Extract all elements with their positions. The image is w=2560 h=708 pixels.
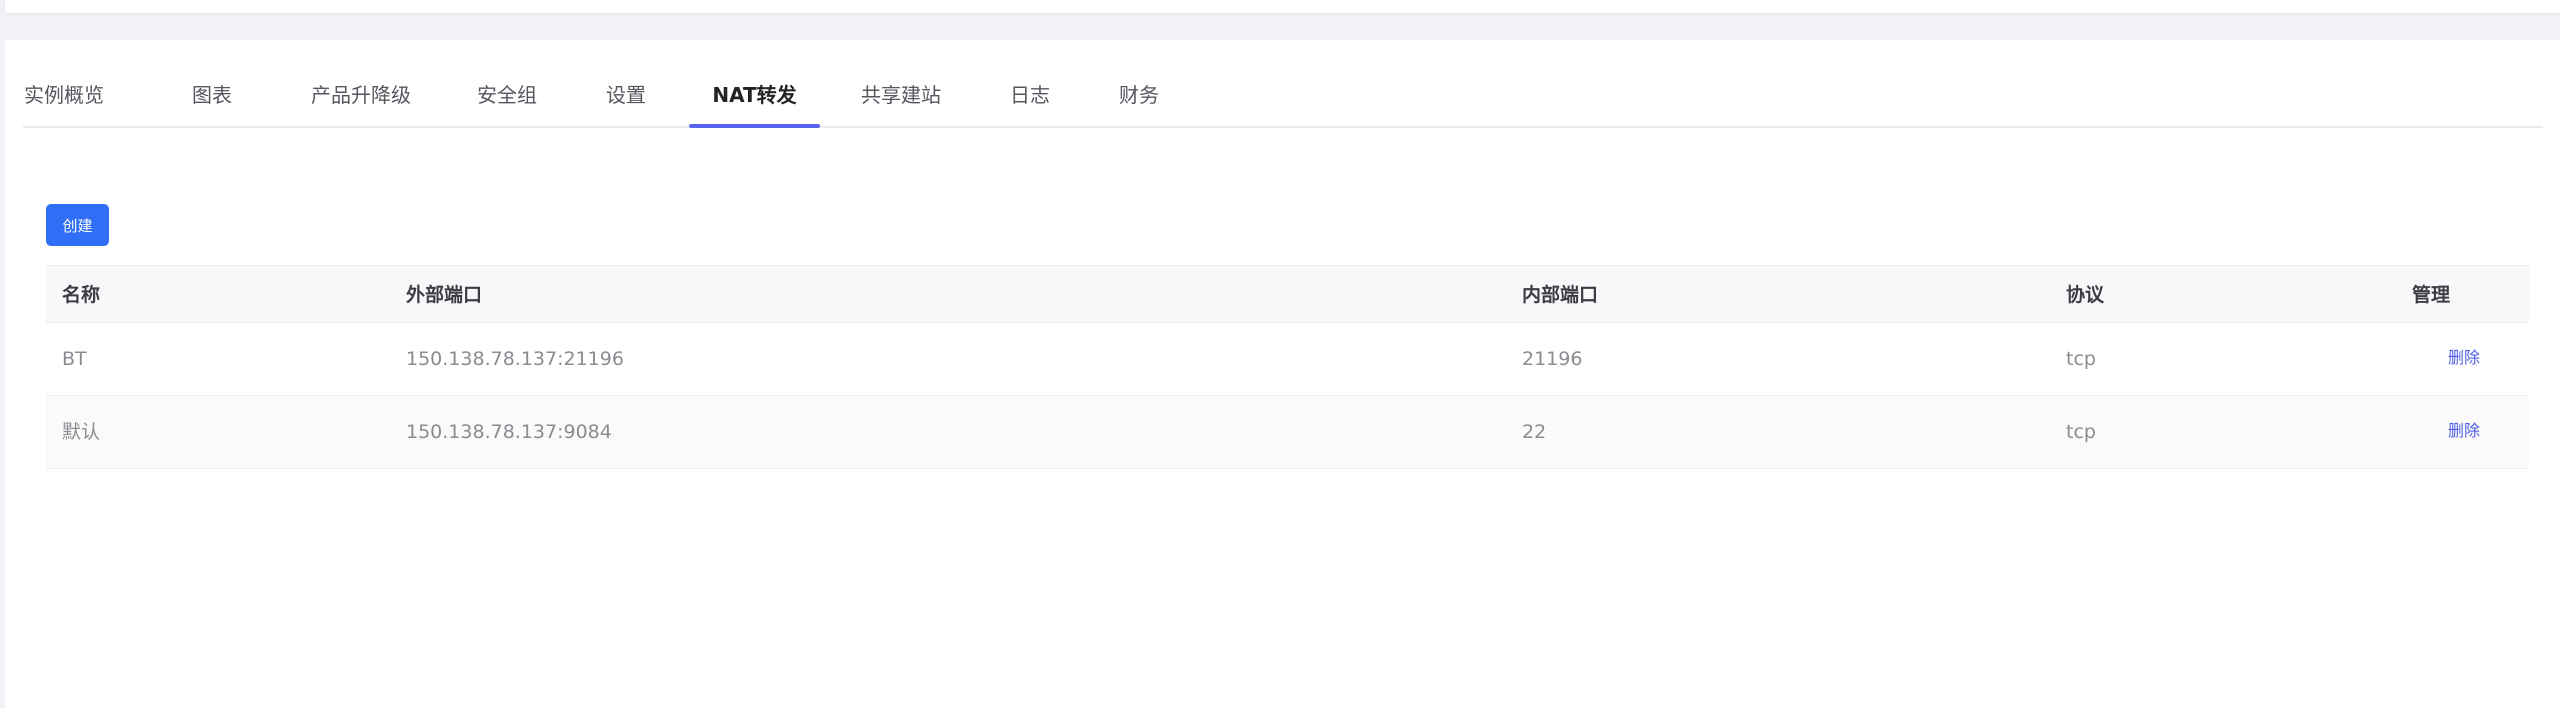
header-name: 名称	[62, 284, 101, 306]
table-header: 名称 外部端口 内部端口 协议 管理	[46, 265, 2529, 323]
delete-button[interactable]: 删除	[2448, 396, 2480, 466]
tab-bar: 实例概览 图表 产品升降级 安全组 设置 NAT转发 共享建站 日志 财务	[23, 48, 2543, 128]
cell-protocol: tcp	[2066, 421, 2096, 443]
nat-table: 名称 外部端口 内部端口 协议 管理 BT 150.138.78.137:211…	[46, 265, 2529, 469]
cell-internal-port: 21196	[1522, 348, 1583, 370]
cell-protocol: tcp	[2066, 348, 2096, 370]
tab-settings[interactable]: 设置	[604, 48, 648, 126]
tab-security-group[interactable]: 安全组	[476, 48, 538, 126]
tab-finance[interactable]: 财务	[1117, 48, 1161, 126]
delete-button[interactable]: 删除	[2448, 323, 2480, 393]
cell-internal-port: 22	[1522, 421, 1547, 443]
header-manage: 管理	[2412, 284, 2451, 306]
table-row: 默认 150.138.78.137:9084 22 tcp 删除	[46, 396, 2529, 469]
tab-nat-forwarding[interactable]: NAT转发	[689, 48, 820, 128]
tab-logs[interactable]: 日志	[1008, 48, 1052, 126]
top-panel	[5, 0, 2560, 13]
cell-external-port: 150.138.78.137:21196	[406, 348, 624, 370]
tab-charts[interactable]: 图表	[190, 48, 234, 126]
header-protocol: 协议	[2066, 284, 2105, 306]
tab-instance-overview[interactable]: 实例概览	[23, 48, 105, 126]
cell-name: BT	[62, 348, 87, 370]
create-button[interactable]: 创建	[46, 204, 109, 246]
cell-external-port: 150.138.78.137:9084	[406, 421, 612, 443]
table-row: BT 150.138.78.137:21196 21196 tcp 删除	[46, 323, 2529, 396]
header-external-port: 外部端口	[406, 284, 483, 306]
tab-upgrade-downgrade[interactable]: 产品升降级	[311, 48, 411, 126]
header-internal-port: 内部端口	[1522, 284, 1599, 306]
tab-shared-site[interactable]: 共享建站	[861, 48, 941, 126]
cell-name: 默认	[62, 421, 101, 443]
